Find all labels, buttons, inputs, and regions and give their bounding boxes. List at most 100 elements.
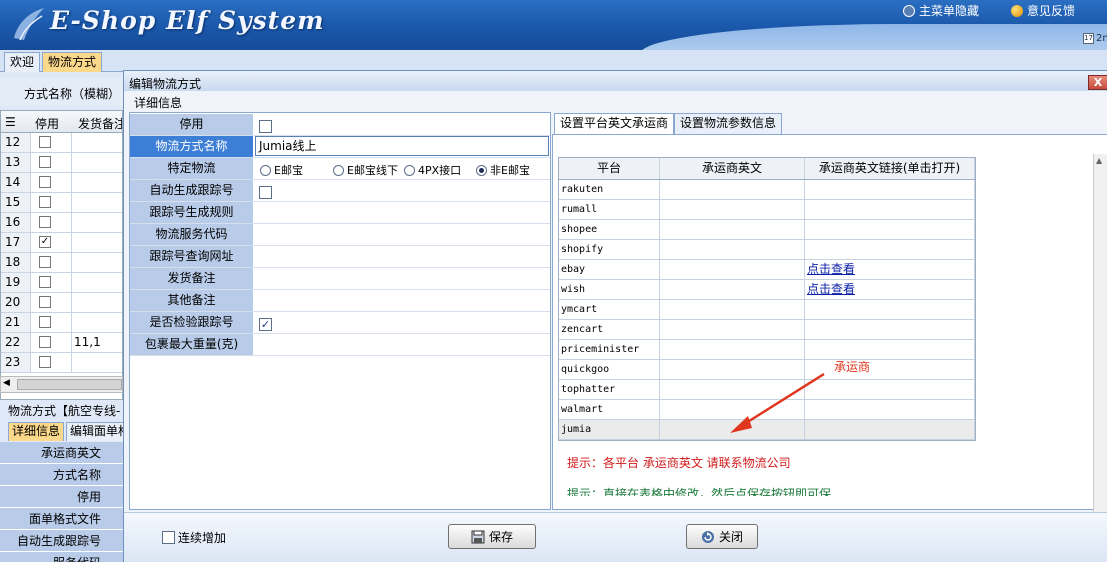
radio-4px-label: 4PX接口 bbox=[418, 164, 462, 177]
radio-eub-dot[interactable] bbox=[260, 164, 271, 176]
carrier-row[interactable]: ebay 点击查看 bbox=[559, 260, 975, 280]
radio-eub-offline-dot[interactable] bbox=[333, 164, 344, 176]
scroll-up-icon[interactable]: ▲ bbox=[1096, 156, 1102, 165]
value-disabled bbox=[256, 114, 550, 135]
row-other-note: 其他备注 bbox=[130, 290, 550, 312]
tab-platform-carrier[interactable]: 设置平台英文承运商 bbox=[554, 113, 675, 135]
cell-carrier[interactable] bbox=[660, 220, 805, 239]
carrier-row[interactable]: zencart bbox=[559, 320, 975, 340]
carrier-row[interactable]: ymcart bbox=[559, 300, 975, 320]
cell-carrier[interactable] bbox=[660, 180, 805, 199]
row-ship-note bbox=[71, 293, 122, 312]
row-disabled-checkbox[interactable] bbox=[39, 296, 51, 308]
feedback-link[interactable]: 意见反馈 bbox=[1011, 2, 1075, 19]
carrier-row[interactable]: wish 点击查看 bbox=[559, 280, 975, 300]
carrier-row[interactable]: rakuten bbox=[559, 180, 975, 200]
row-disabled-checkbox[interactable] bbox=[39, 156, 51, 168]
row-disabled-checkbox[interactable] bbox=[39, 176, 51, 188]
close-label: 关闭 bbox=[718, 530, 743, 544]
name-input[interactable]: Jumia线上 bbox=[255, 136, 549, 156]
dialog-titlebar[interactable]: 编辑物流方式 X bbox=[124, 71, 1107, 91]
row-disabled-checkbox[interactable] bbox=[39, 136, 51, 148]
dialog-title: 编辑物流方式 bbox=[129, 77, 202, 91]
header-disabled[interactable]: 停用 bbox=[35, 115, 59, 132]
cell-carrier[interactable] bbox=[660, 280, 805, 299]
cell-carrier[interactable] bbox=[660, 260, 805, 279]
header-ship-note[interactable]: 发货备注 bbox=[78, 115, 122, 132]
tab-logistics-params[interactable]: 设置物流参数信息 bbox=[674, 113, 783, 134]
row-disabled-checkbox[interactable] bbox=[39, 356, 51, 368]
max-weight-field[interactable] bbox=[256, 334, 550, 355]
table-row[interactable]: 13 bbox=[1, 153, 122, 173]
row-ship-note bbox=[71, 193, 122, 212]
row-disabled-checkbox[interactable] bbox=[39, 196, 51, 208]
continue-add-toggle[interactable]: 连续增加 bbox=[162, 529, 226, 546]
dialog-footer: 连续增加 保存 关闭 bbox=[124, 512, 1107, 562]
row-disabled-checkbox[interactable] bbox=[39, 336, 51, 348]
platform-carrier-panel: 平台 承运商英文 承运商英文链接(单击打开) rakuten rumall shop… bbox=[552, 134, 1107, 510]
row-track-rule: 跟踪号生成规则 bbox=[130, 202, 550, 224]
carrier-row[interactable]: rumall bbox=[559, 200, 975, 220]
cell-carrier-link[interactable]: 点击查看 bbox=[805, 260, 975, 279]
table-row[interactable]: 22 11,1 bbox=[1, 333, 122, 353]
row-disabled-checkbox[interactable] bbox=[39, 276, 51, 288]
tab-detail-info[interactable]: 详细信息 bbox=[8, 422, 65, 441]
cell-carrier[interactable] bbox=[660, 320, 805, 339]
radio-4px[interactable]: 4PX接口 bbox=[404, 162, 461, 178]
cell-carrier-link bbox=[805, 180, 975, 199]
cell-carrier[interactable] bbox=[660, 200, 805, 219]
cell-carrier[interactable] bbox=[660, 240, 805, 259]
row-disabled-checkbox[interactable] bbox=[39, 316, 51, 328]
table-row[interactable]: 23 bbox=[1, 353, 122, 373]
table-row[interactable]: 14 bbox=[1, 173, 122, 193]
label-track-url: 跟踪号查询网址 bbox=[130, 246, 254, 267]
scroll-thumb[interactable] bbox=[17, 379, 122, 390]
track-rule-field[interactable] bbox=[256, 202, 550, 223]
radio-non-eub[interactable]: 非E邮宝 bbox=[476, 162, 530, 178]
tab-logistics[interactable]: 物流方式 bbox=[42, 52, 103, 72]
carrier-row[interactable]: shopify bbox=[559, 240, 975, 260]
menu-hide-link[interactable]: 主菜单隐藏 bbox=[903, 2, 979, 19]
row-number: 19 bbox=[1, 273, 31, 292]
cell-carrier[interactable] bbox=[660, 340, 805, 359]
cell-carrier-link bbox=[805, 340, 975, 359]
table-row[interactable]: 12 bbox=[1, 133, 122, 153]
carrier-row[interactable]: priceminister bbox=[559, 340, 975, 360]
row-disabled-checkbox[interactable]: ✓ bbox=[39, 236, 51, 248]
row-number: 13 bbox=[1, 153, 31, 172]
grid-rows: 12 13 14 15 16 17 ✓ 18 19 20 21 22 11,1 23 bbox=[1, 133, 122, 373]
radio-4px-dot[interactable] bbox=[404, 164, 415, 176]
cell-carrier-link[interactable]: 点击查看 bbox=[805, 280, 975, 299]
radio-eub-offline[interactable]: E邮宝线下 bbox=[333, 162, 398, 178]
row-disabled-checkbox[interactable] bbox=[39, 216, 51, 228]
radio-non-eub-dot[interactable] bbox=[476, 164, 487, 176]
auto-track-checkbox[interactable] bbox=[259, 185, 272, 199]
row-disabled-checkbox[interactable] bbox=[39, 256, 51, 268]
save-button[interactable]: 保存 bbox=[448, 524, 536, 549]
cell-carrier[interactable] bbox=[660, 300, 805, 319]
grid-menu-icon[interactable]: ☰ bbox=[5, 115, 16, 129]
carrier-vertical-scrollbar[interactable]: ▲ ▼ bbox=[1093, 154, 1107, 524]
table-row[interactable]: 19 bbox=[1, 273, 122, 293]
disabled-checkbox[interactable] bbox=[259, 119, 272, 133]
continue-add-checkbox[interactable] bbox=[162, 531, 175, 544]
row-ship-note bbox=[71, 253, 122, 272]
table-row[interactable]: 16 bbox=[1, 213, 122, 233]
service-code-field[interactable] bbox=[256, 224, 550, 245]
scroll-left-icon[interactable]: ◀ bbox=[3, 378, 10, 388]
table-row[interactable]: 18 bbox=[1, 253, 122, 273]
radio-eub[interactable]: E邮宝 bbox=[260, 162, 303, 178]
table-row[interactable]: 17 ✓ bbox=[1, 233, 122, 253]
verify-track-checkbox[interactable]: ✓ bbox=[259, 317, 272, 331]
track-url-field[interactable] bbox=[256, 246, 550, 267]
table-row[interactable]: 15 bbox=[1, 193, 122, 213]
horizontal-scrollbar[interactable]: ◀ bbox=[0, 376, 123, 393]
tab-welcome[interactable]: 欢迎 bbox=[4, 52, 41, 72]
close-button[interactable]: 关闭 bbox=[686, 524, 758, 549]
table-row[interactable]: 21 bbox=[1, 313, 122, 333]
other-note-field[interactable] bbox=[256, 290, 550, 311]
carrier-row[interactable]: shopee bbox=[559, 220, 975, 240]
dialog-close-icon[interactable]: X bbox=[1088, 75, 1107, 90]
table-row[interactable]: 20 bbox=[1, 293, 122, 313]
ship-note-field[interactable] bbox=[256, 268, 550, 289]
